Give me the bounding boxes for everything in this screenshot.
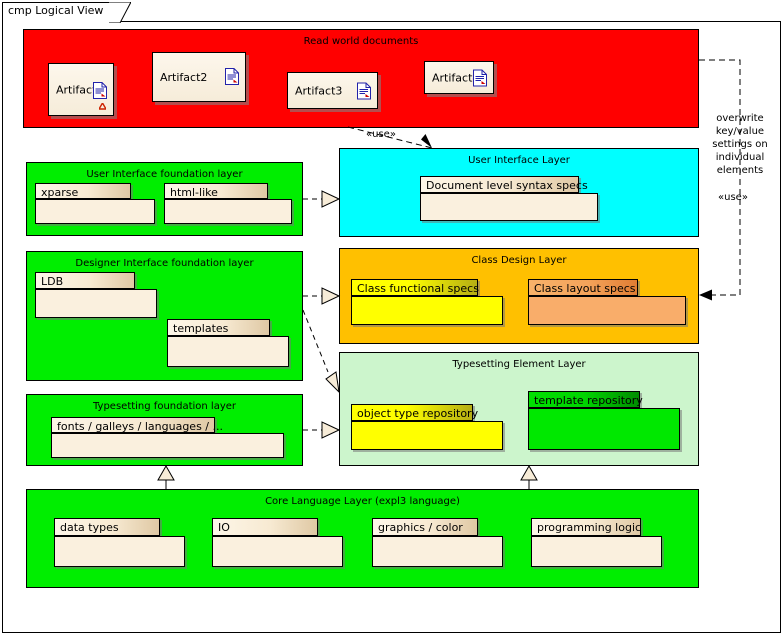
package-graphics-color-label: graphics / color bbox=[378, 521, 463, 534]
package-xparse-header: xparse bbox=[35, 183, 131, 199]
use-label-right: «use» bbox=[718, 192, 748, 203]
package-programming-logic-body bbox=[531, 536, 662, 567]
package-object-type-repository-header: object type repository bbox=[351, 404, 478, 421]
package-templates-label: templates bbox=[173, 322, 229, 335]
package-object-type-repository[interactable]: object type repository bbox=[351, 404, 503, 450]
package-document-level-syntax-specs-label: Document level syntax specs bbox=[426, 179, 588, 192]
diagram-frame-tab-notch bbox=[109, 2, 131, 23]
artifact-1[interactable]: Artifact1 bbox=[48, 63, 114, 116]
layer-title-typesetting-element: Typesetting Element Layer bbox=[452, 359, 586, 370]
package-ldb-header: LDB bbox=[35, 272, 135, 289]
package-class-functional-specs-label: Class functional specs bbox=[357, 282, 479, 295]
layer-title-real-world-documents: Read world documents bbox=[303, 36, 419, 47]
package-templates-body bbox=[167, 336, 289, 367]
layer-title-designer-interface-foundation: Designer Interface foundation layer bbox=[75, 258, 254, 269]
package-class-functional-specs-body bbox=[351, 296, 503, 325]
package-fonts-galleys-languages[interactable]: fonts / galleys / languages / ... bbox=[51, 417, 284, 458]
package-template-repository-header: template repository bbox=[528, 391, 643, 408]
package-graphics-color-body bbox=[372, 536, 503, 567]
package-programming-logic-header: programming logic bbox=[531, 518, 641, 536]
package-ldb[interactable]: LDB bbox=[35, 272, 157, 318]
package-programming-logic[interactable]: programming logic bbox=[531, 518, 662, 567]
uml-component-diagram: cmp Logical View Read world documents Ar… bbox=[0, 0, 784, 636]
package-io-label: IO bbox=[218, 521, 230, 534]
package-template-repository-body bbox=[528, 408, 680, 450]
package-data-types-body bbox=[54, 536, 185, 567]
dependency-note-line-2: key/value bbox=[715, 126, 765, 137]
layer-title-typesetting-foundation: Typesetting foundation layer bbox=[92, 401, 237, 412]
dependency-note-line-1: overwrite bbox=[716, 113, 764, 124]
package-class-functional-specs[interactable]: Class functional specs bbox=[351, 279, 503, 325]
package-class-layout-specs-body bbox=[528, 296, 686, 325]
package-document-level-syntax-specs-header: Document level syntax specs bbox=[420, 176, 588, 193]
layer-title-user-interface: User Interface Layer bbox=[468, 155, 570, 166]
package-xparse-body bbox=[35, 199, 155, 224]
package-document-level-syntax-specs[interactable]: Document level syntax specs bbox=[420, 176, 598, 221]
package-class-layout-specs-header: Class layout specs bbox=[528, 279, 638, 296]
package-fonts-galleys-languages-body bbox=[51, 433, 284, 458]
package-class-functional-specs-header: Class functional specs bbox=[351, 279, 479, 296]
package-template-repository[interactable]: template repository bbox=[528, 391, 680, 450]
layer-title-class-design: Class Design Layer bbox=[471, 255, 567, 266]
artifact-3-label: Artifact3 bbox=[295, 84, 343, 97]
artifact-document-icon bbox=[473, 69, 487, 86]
artifact-2-label: Artifact2 bbox=[160, 71, 208, 84]
use-label-top: «use» bbox=[366, 129, 396, 140]
package-document-level-syntax-specs-body bbox=[420, 193, 598, 221]
package-class-layout-specs[interactable]: Class layout specs bbox=[528, 279, 686, 325]
artifact-2[interactable]: Artifact2 bbox=[152, 52, 246, 102]
package-object-type-repository-body bbox=[351, 421, 503, 450]
dependency-note-right: overwrite key/value settings on individu… bbox=[702, 112, 778, 177]
package-programming-logic-label: programming logic bbox=[537, 521, 642, 534]
dependency-note-line-4: individual bbox=[715, 152, 765, 163]
package-io-header: IO bbox=[212, 518, 318, 536]
artifact-4[interactable]: Artifact4 bbox=[424, 61, 494, 94]
package-ldb-body bbox=[35, 289, 157, 318]
dependency-note-line-5: elements bbox=[716, 165, 764, 176]
package-data-types-header: data types bbox=[54, 518, 160, 536]
package-html-like-body bbox=[164, 199, 292, 224]
package-data-types[interactable]: data types bbox=[54, 518, 185, 567]
package-class-layout-specs-label: Class layout specs bbox=[534, 282, 636, 295]
package-html-like[interactable]: html-like bbox=[164, 183, 292, 224]
layer-title-user-interface-foundation: User Interface foundation layer bbox=[86, 169, 243, 180]
layer-title-core-language: Core Language Layer (expl3 language) bbox=[265, 496, 460, 507]
package-fonts-galleys-languages-label: fonts / galleys / languages / ... bbox=[57, 420, 223, 433]
artifact-document-icon bbox=[225, 68, 239, 85]
package-object-type-repository-label: object type repository bbox=[357, 407, 479, 420]
package-io-body bbox=[212, 536, 343, 567]
package-graphics-color[interactable]: graphics / color bbox=[372, 518, 503, 567]
artifact-3[interactable]: Artifact3 bbox=[287, 72, 378, 109]
package-ldb-label: LDB bbox=[41, 275, 64, 288]
diagram-title: cmp Logical View bbox=[8, 4, 104, 17]
dependency-note-line-3: settings on bbox=[712, 139, 768, 150]
package-graphics-color-header: graphics / color bbox=[372, 518, 478, 536]
package-template-repository-label: template repository bbox=[534, 394, 643, 407]
package-html-like-header: html-like bbox=[164, 183, 268, 199]
artifact-document-icon bbox=[357, 82, 371, 99]
package-templates-header: templates bbox=[167, 319, 270, 336]
artifact-1-corner-mark bbox=[99, 103, 106, 110]
package-io[interactable]: IO bbox=[212, 518, 343, 567]
package-data-types-label: data types bbox=[60, 521, 119, 534]
package-xparse[interactable]: xparse bbox=[35, 183, 155, 224]
artifact-document-icon bbox=[93, 82, 107, 99]
package-xparse-label: xparse bbox=[41, 186, 79, 199]
package-fonts-galleys-languages-header: fonts / galleys / languages / ... bbox=[51, 417, 223, 433]
package-templates[interactable]: templates bbox=[167, 319, 289, 367]
package-html-like-label: html-like bbox=[170, 186, 218, 199]
